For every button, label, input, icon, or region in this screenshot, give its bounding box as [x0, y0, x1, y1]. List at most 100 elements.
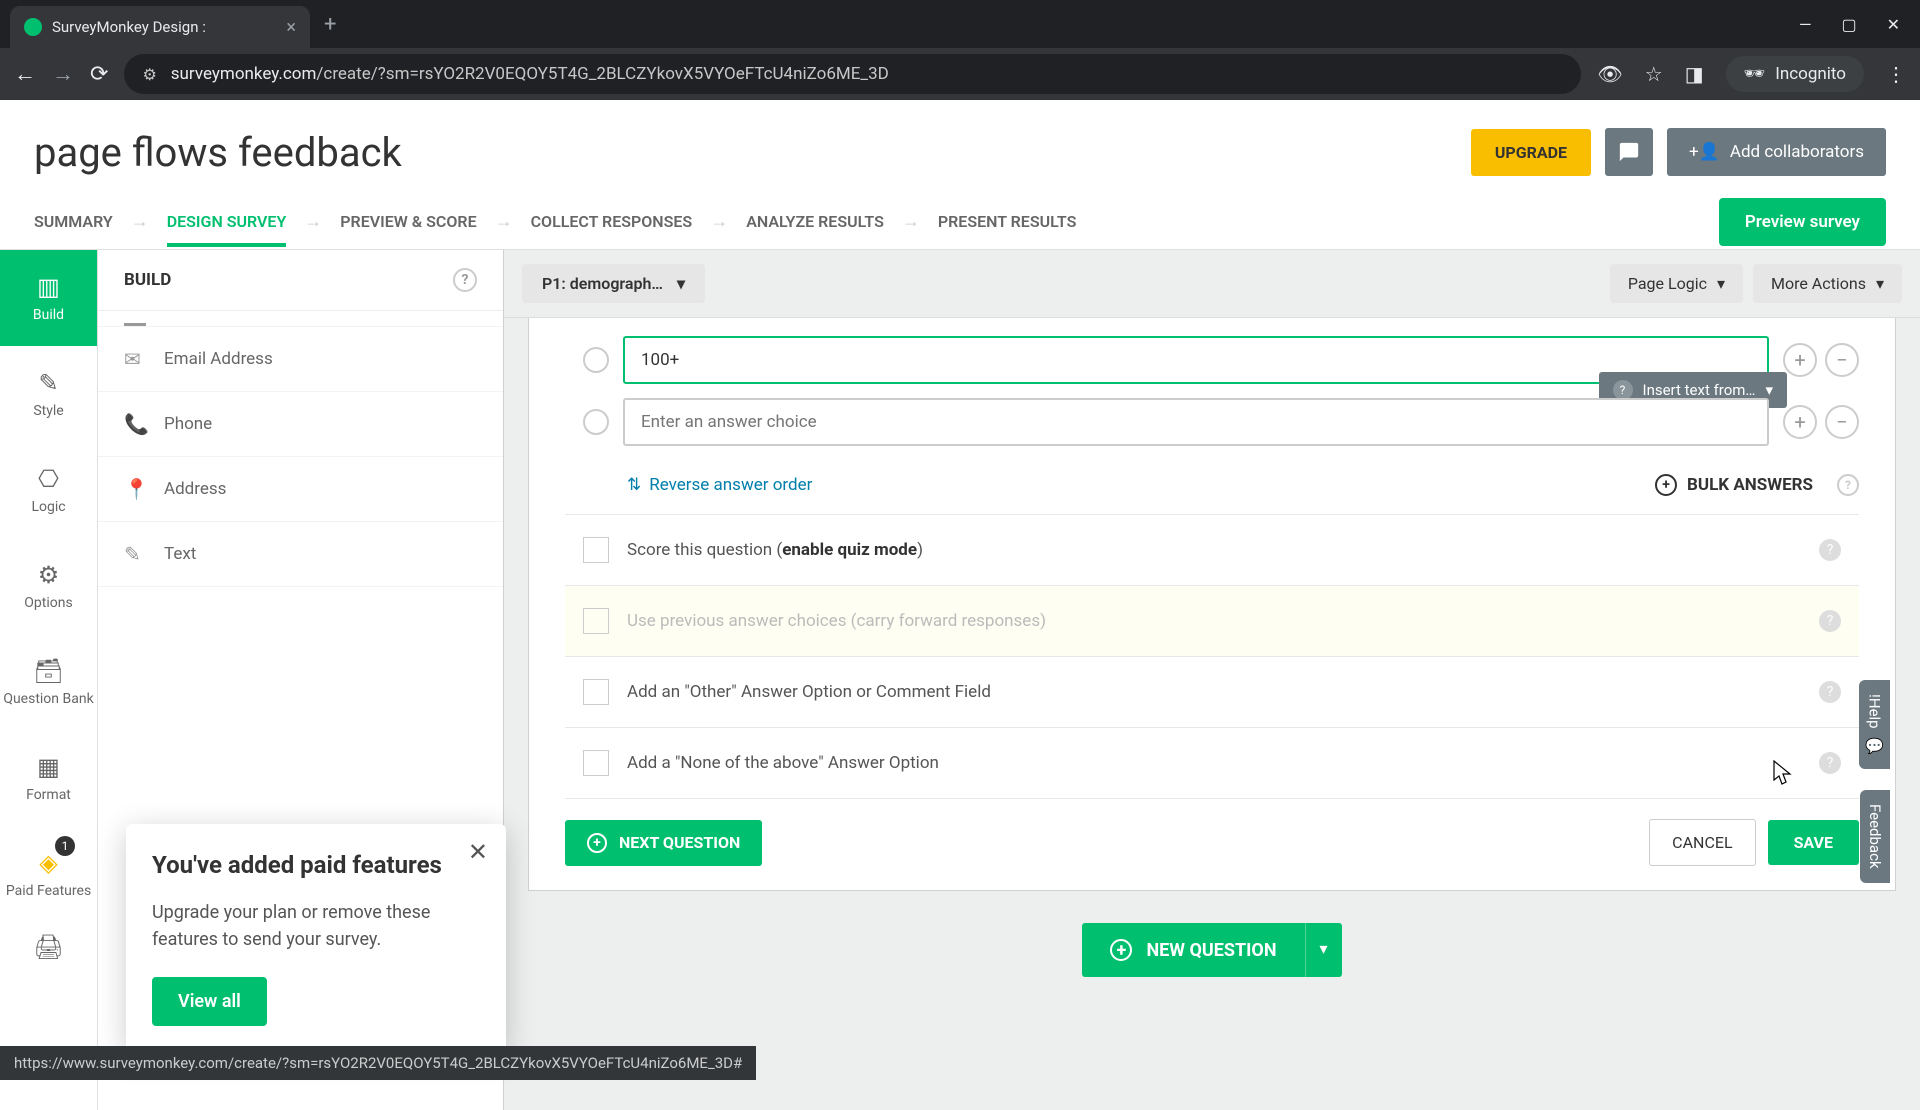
tab-design-survey[interactable]: DESIGN SURVEY	[167, 196, 287, 247]
reload-button[interactable]: ⟳	[90, 62, 108, 87]
rail-style[interactable]: ✎ Style	[0, 346, 97, 442]
new-question-button[interactable]: + NEW QUESTION	[1082, 923, 1304, 977]
remove-choice-button[interactable]: −	[1825, 343, 1859, 377]
tab-analyze-results[interactable]: ANALYZE RESULTS	[746, 196, 884, 247]
rail-print[interactable]: 🖨	[0, 922, 97, 972]
workflow-nav: SUMMARY → DESIGN SURVEY → PREVIEW & SCOR…	[0, 194, 1920, 250]
browser-tab[interactable]: SurveyMonkey Design : ×	[10, 6, 310, 48]
checkbox[interactable]	[583, 608, 609, 634]
answer-choice-input-empty[interactable]	[623, 398, 1769, 446]
close-window-icon[interactable]: ✕	[1887, 15, 1900, 34]
help-icon[interactable]: ?	[1819, 681, 1841, 703]
cancel-button[interactable]: CANCEL	[1649, 819, 1755, 866]
chevron-down-icon: ▾	[677, 274, 685, 293]
answer-choice-input[interactable]	[623, 336, 1769, 384]
url-host: surveymonkey.com	[171, 64, 317, 84]
rail-label: Logic	[31, 499, 65, 515]
url-input[interactable]: ⚙ surveymonkey.com/create/?sm=rsYO2R2V0E…	[124, 54, 1581, 94]
preview-survey-button[interactable]: Preview survey	[1719, 198, 1886, 246]
menu-icon[interactable]: ⋮	[1886, 62, 1906, 86]
bulk-answers-link[interactable]: + BULK ANSWERS ?	[1655, 474, 1859, 496]
reverse-order-link[interactable]: ⇅ Reverse answer order	[627, 475, 812, 495]
rail-logic[interactable]: ⎔ Logic	[0, 442, 97, 538]
close-tab-icon[interactable]: ×	[286, 17, 296, 38]
chat-button[interactable]	[1605, 128, 1653, 176]
chat-icon: 💬	[1865, 737, 1884, 755]
forward-button[interactable]: →	[52, 61, 74, 87]
tab-summary[interactable]: SUMMARY	[34, 196, 113, 247]
next-q-label: NEXT QUESTION	[619, 833, 740, 852]
insert-text-label: Insert text from…	[1643, 381, 1756, 399]
minimize-icon[interactable]: —	[1799, 15, 1812, 34]
feedback-side-tab[interactable]: Feedback	[1860, 790, 1890, 883]
help-icon[interactable]: ?	[1819, 610, 1841, 632]
chevron-down-icon: ▾	[1876, 274, 1884, 293]
status-bar: https://www.surveymonkey.com/create/?sm=…	[0, 1046, 756, 1080]
help-icon[interactable]: ?	[1819, 752, 1841, 774]
page-selector-dropdown[interactable]: P1: demograph… ▾	[522, 264, 705, 303]
phone-icon: 📞	[124, 412, 146, 436]
chevron-down-icon: ▾	[1717, 274, 1725, 293]
answer-tools-row: ⇅ Reverse answer order + BULK ANSWERS ?	[565, 460, 1859, 514]
eye-off-icon[interactable]: 👁	[1597, 62, 1622, 86]
tab-present-results[interactable]: PRESENT RESULTS	[938, 196, 1076, 247]
rail-label: Question Bank	[3, 691, 93, 708]
incognito-indicator[interactable]: 🕶 Incognito	[1726, 56, 1864, 92]
add-choice-button[interactable]: +	[1783, 405, 1817, 439]
popup-close-button[interactable]: ✕	[468, 838, 488, 866]
tab-preview-score[interactable]: PREVIEW & SCORE	[340, 196, 476, 247]
rail-paid-features[interactable]: 1 ◈ Paid Features	[0, 826, 97, 922]
view-all-button[interactable]: View all	[152, 977, 267, 1026]
help-icon[interactable]: ?	[453, 268, 477, 292]
add-choice-button[interactable]: +	[1783, 343, 1817, 377]
new-tab-button[interactable]: +	[324, 12, 336, 37]
help-side-tab[interactable]: !Help 💬	[1859, 680, 1890, 769]
maximize-icon[interactable]: ▢	[1841, 15, 1856, 34]
radio-icon	[583, 409, 609, 435]
remove-choice-button[interactable]: −	[1825, 405, 1859, 439]
site-settings-icon[interactable]: ⚙	[142, 65, 156, 84]
side-panel-icon[interactable]: ◨	[1685, 62, 1704, 86]
option-other: Add an "Other" Answer Option or Comment …	[565, 656, 1859, 727]
next-question-button[interactable]: + NEXT QUESTION	[565, 820, 762, 866]
survey-title[interactable]: page flows feedback	[34, 129, 402, 176]
add-collaborators-button[interactable]: +👤 Add collaborators	[1667, 128, 1886, 176]
arrow-icon: →	[304, 211, 322, 232]
build-icon: ▥	[37, 273, 60, 301]
text-icon: ✎	[124, 542, 146, 566]
rail-options[interactable]: ⚙ Options	[0, 538, 97, 634]
diamond-icon: ◈	[39, 849, 57, 877]
help-icon: ?	[1613, 380, 1633, 400]
new-question-dropdown[interactable]: ▾	[1305, 923, 1342, 977]
more-actions-dropdown[interactable]: More Actions ▾	[1753, 264, 1902, 303]
back-button[interactable]: ←	[14, 61, 36, 87]
build-item-phone[interactable]: 📞 Phone	[98, 392, 503, 457]
tab-collect-responses[interactable]: COLLECT RESPONSES	[531, 196, 693, 247]
options-icon: ⚙	[38, 561, 60, 589]
page-logic-dropdown[interactable]: Page Logic ▾	[1610, 264, 1743, 303]
arrow-icon: →	[131, 211, 149, 232]
reverse-label: Reverse answer order	[649, 475, 812, 495]
arrow-icon: →	[710, 211, 728, 232]
rail-question-bank[interactable]: 🗃 Question Bank	[0, 634, 97, 730]
rail-label: Build	[33, 307, 64, 323]
print-icon: 🖨	[33, 933, 63, 961]
checkbox[interactable]	[583, 679, 609, 705]
build-item-address[interactable]: 📍 Address	[98, 457, 503, 522]
rail-format[interactable]: ▦ Format	[0, 730, 97, 826]
bookmark-icon[interactable]: ☆	[1645, 62, 1663, 86]
help-icon[interactable]: ?	[1837, 474, 1859, 496]
checkbox[interactable]	[583, 750, 609, 776]
help-icon[interactable]: ?	[1819, 539, 1841, 561]
option-score-question: Score this question (enable quiz mode) ?	[565, 514, 1859, 585]
style-icon: ✎	[38, 369, 58, 397]
canvas-toolbar: P1: demograph… ▾ Page Logic ▾ More Actio…	[504, 250, 1920, 318]
checkbox[interactable]	[583, 537, 609, 563]
save-button[interactable]: SAVE	[1768, 820, 1859, 865]
build-item-text[interactable]: ✎ Text	[98, 522, 503, 587]
rail-build[interactable]: ▥ Build	[0, 250, 97, 346]
upgrade-button[interactable]: UPGRADE	[1471, 129, 1591, 176]
rail-label: Format	[26, 787, 71, 803]
build-item-email[interactable]: ✉ Email Address	[98, 327, 503, 392]
popup-title: You've added paid features	[152, 850, 480, 881]
